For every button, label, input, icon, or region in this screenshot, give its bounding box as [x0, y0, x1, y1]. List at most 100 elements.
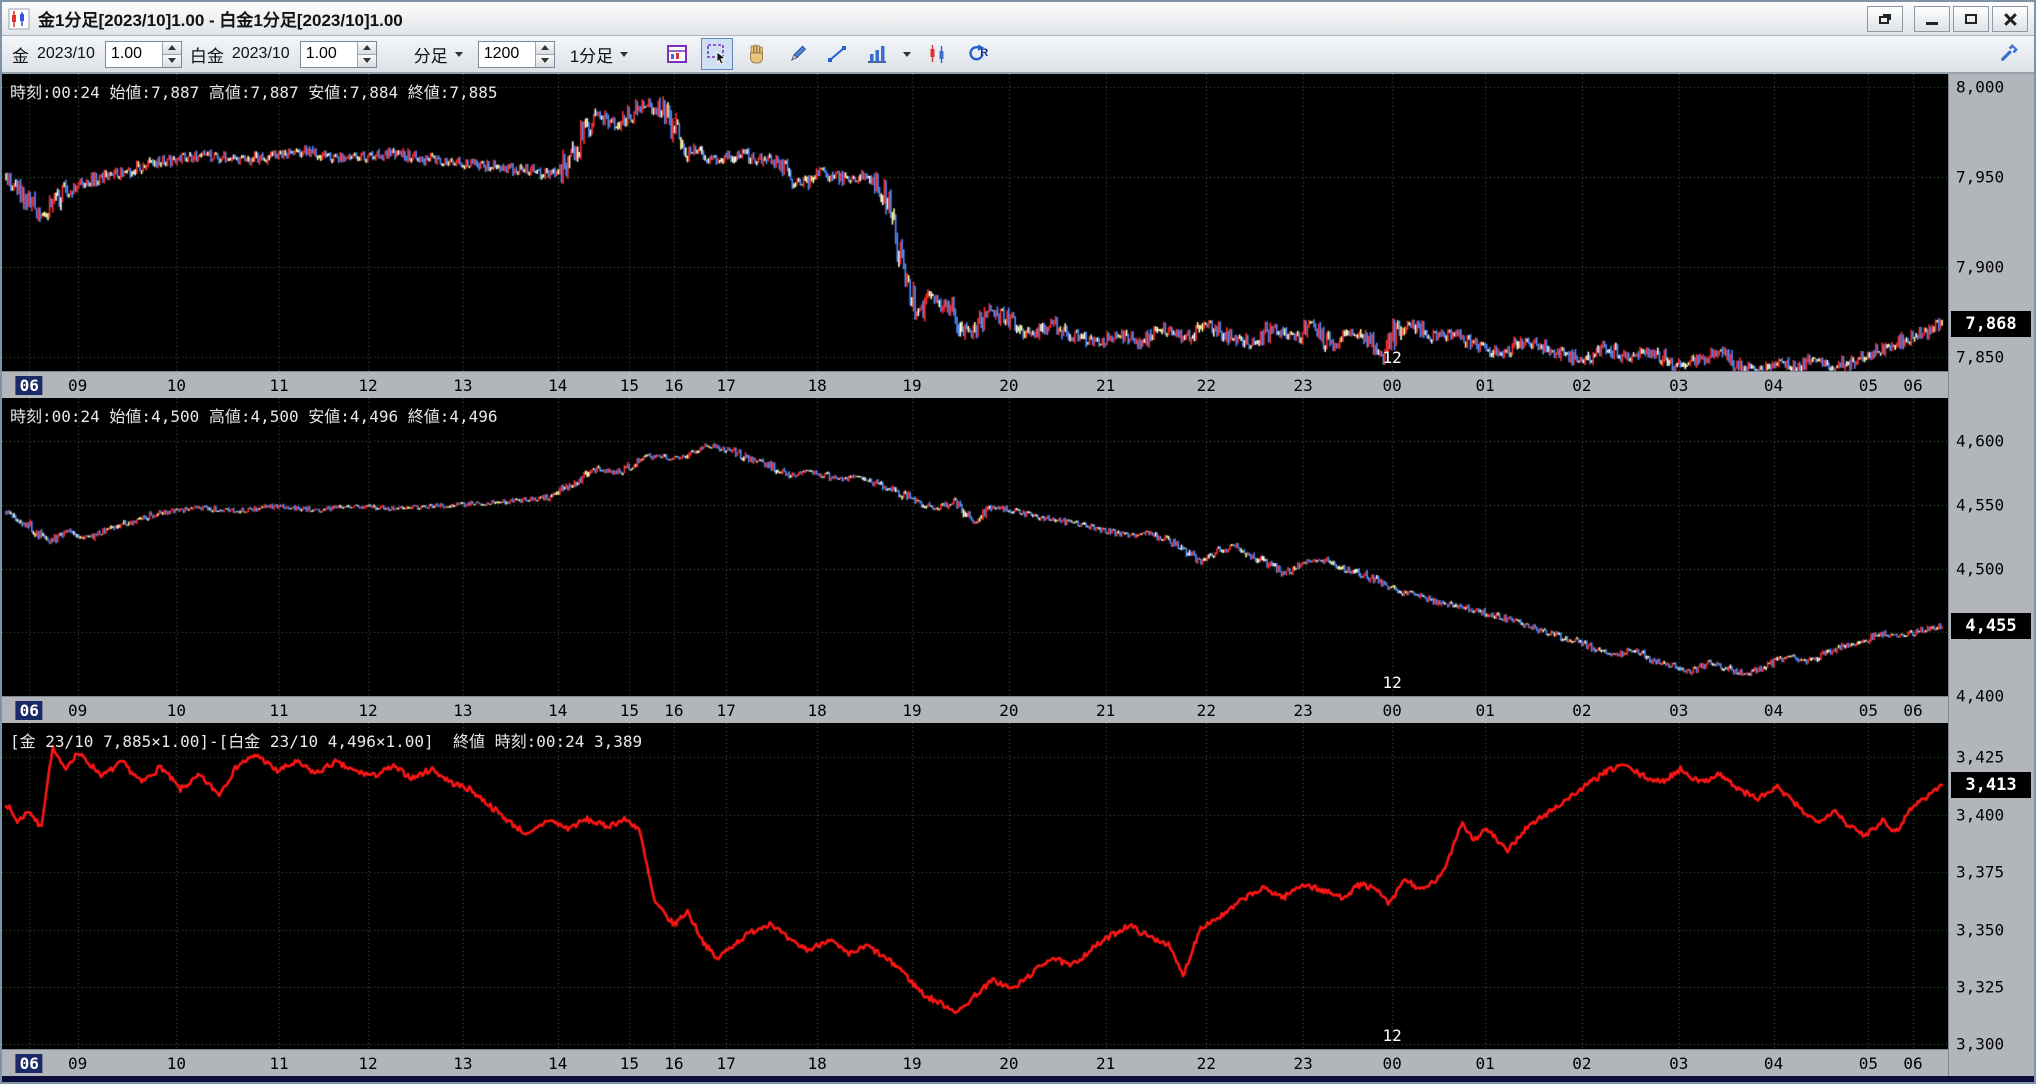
time-tick-label: 23: [1293, 701, 1313, 720]
time-tick-label: 03: [1669, 376, 1689, 395]
platinum-ratio-input[interactable]: [300, 41, 357, 67]
platinum-chart-panel: 時刻:00:24 始値:4,500 高値:4,500 安値:4,496 終値:4…: [2, 398, 2034, 723]
spread-formula-info: [金 23/10 7,885×1.00]-[白金 23/10 4,496×1.0…: [10, 732, 643, 751]
time-tick-label: 18: [807, 701, 827, 720]
bar-type-label: 分足: [413, 46, 448, 66]
spin-up-button[interactable]: [535, 41, 554, 54]
platinum-contract-month: 2023/10: [231, 45, 290, 62]
minimize-icon: [1926, 22, 1938, 25]
bar-count-spinner[interactable]: [477, 40, 555, 68]
bar-type-dropdown[interactable]: 分足: [407, 38, 470, 71]
trendline-icon: [828, 46, 847, 62]
chart-type-button[interactable]: [861, 38, 893, 70]
refresh-button[interactable]: R: [961, 38, 993, 70]
chevron-down-icon: [362, 58, 371, 63]
popup-window-button[interactable]: [1867, 5, 1903, 32]
price-tick-label: 3,325: [1956, 977, 2005, 997]
price-tick-label: 4,600: [1956, 431, 2005, 451]
time-tick-label: 16: [664, 376, 684, 395]
close-button[interactable]: [1992, 5, 2028, 32]
platinum-time-axis: 06 09 10 11 12 13 14 15 16 17 18 19 20 21 22 23 00 01 02 03…: [2, 696, 1948, 723]
time-tick-label: 11: [269, 1054, 289, 1073]
time-tick-label: 05: [1858, 701, 1879, 720]
time-tick-label: 05: [1858, 376, 1879, 395]
window-title: 金1分足[2023/10]1.00 - 白金1分足[2023/10]1.00: [38, 11, 403, 30]
maximize-icon: [1965, 13, 1977, 24]
time-tick-label: 15: [619, 376, 640, 395]
hand-icon: [750, 44, 764, 64]
price-tick-label: 4,400: [1956, 686, 2005, 706]
time-tick-label: 02: [1572, 1054, 1592, 1073]
time-tick-label: 22: [1196, 1054, 1216, 1073]
platinum-price-axis: 4,6004,5504,5004,4504,4004,455: [1948, 398, 2034, 723]
gold-bar-info: 時刻:00:24 始値:7,887 高値:7,887 安値:7,884 終値:7…: [10, 83, 498, 102]
bar-count-input[interactable]: [478, 41, 535, 67]
time-tick-label: 02: [1572, 701, 1592, 720]
time-tick-label: 10: [166, 1054, 186, 1073]
time-tick-label: 14: [548, 376, 568, 395]
refresh-letter: R: [980, 47, 989, 59]
time-tick-label: 21: [1096, 376, 1116, 395]
pencil-icon: [791, 45, 807, 61]
time-tick-label: 12: [358, 1054, 378, 1073]
time-tick-label: 20: [999, 1054, 1019, 1073]
platinum-chart-canvas[interactable]: [2, 398, 1948, 696]
day-change-marker: 12: [1382, 673, 1402, 692]
chevron-down-icon: [903, 51, 912, 57]
time-tick-label: 02: [1572, 376, 1592, 395]
interval-dropdown[interactable]: 1分足: [563, 38, 635, 71]
time-tick-label: 06: [1903, 701, 1923, 720]
gold-ratio-input[interactable]: [105, 41, 162, 67]
spin-down-button[interactable]: [357, 53, 376, 67]
time-tick-label: 14: [548, 701, 568, 720]
gold-chart-canvas[interactable]: [2, 74, 1948, 371]
app-window: 金1分足[2023/10]1.00 - 白金1分足[2023/10]1.00 金…: [0, 0, 2036, 1084]
chart-stack: 時刻:00:24 始値:7,887 高値:7,887 安値:7,884 終値:7…: [2, 74, 2034, 1076]
gold-ratio-spinner[interactable]: [104, 40, 182, 68]
day-change-marker: 12: [1382, 348, 1402, 367]
spread-chart-canvas[interactable]: [2, 723, 1948, 1049]
chevron-down-icon: [540, 58, 549, 63]
price-tick-label: 8,000: [1956, 77, 2005, 97]
close-icon: [2003, 12, 2017, 26]
last-price-tag: 4,455: [1951, 612, 2031, 639]
spread-chart-panel: [金 23/10 7,885×1.00]-[白金 23/10 4,496×1.0…: [2, 723, 2034, 1076]
time-tick-label: 06: [1903, 376, 1923, 395]
chevron-up-icon: [167, 45, 176, 50]
time-tick-label: 12: [358, 701, 378, 720]
spin-up-button[interactable]: [162, 41, 181, 54]
interval-label: 1分足: [569, 46, 614, 66]
price-tick-label: 4,500: [1956, 559, 2005, 579]
platinum-label: 白金: [189, 46, 224, 66]
time-tick-label: 15: [619, 701, 640, 720]
draw-tool-button[interactable]: [781, 38, 813, 70]
platinum-ratio-spinner[interactable]: [299, 40, 377, 68]
trendline-tool-button[interactable]: [821, 38, 853, 70]
window-bottom-edge: [2, 1076, 2034, 1082]
spin-down-button[interactable]: [535, 53, 554, 67]
time-tick-label: 17: [716, 1054, 736, 1073]
candle-style-button[interactable]: [921, 38, 953, 70]
selection-box-icon: [707, 44, 727, 65]
pan-tool-button[interactable]: [741, 38, 773, 70]
chevron-down-icon: [454, 51, 463, 57]
chart-type-dropdown[interactable]: [901, 51, 913, 57]
time-tick-label: 17: [716, 701, 736, 720]
time-tick-label: 04: [1763, 1054, 1784, 1073]
time-tick-label: 13: [453, 376, 473, 395]
settings-button[interactable]: [1992, 38, 2024, 70]
minimize-button[interactable]: [1914, 5, 1950, 32]
time-tick-label: 18: [807, 1054, 827, 1073]
maximize-button[interactable]: [1953, 5, 1989, 32]
last-price-tag: 3,413: [1951, 771, 2031, 798]
spin-up-button[interactable]: [357, 41, 376, 54]
chevron-up-icon: [362, 45, 371, 50]
select-tool-button[interactable]: [701, 38, 734, 70]
time-tick-label: 17: [716, 376, 736, 395]
spin-down-button[interactable]: [162, 53, 181, 67]
chevron-up-icon: [540, 45, 549, 50]
time-tick-label: 03: [1669, 1054, 1689, 1073]
chart-window-button[interactable]: [661, 38, 693, 70]
time-tick-label: 09: [67, 1054, 88, 1073]
time-tick-label: 12: [358, 376, 378, 395]
